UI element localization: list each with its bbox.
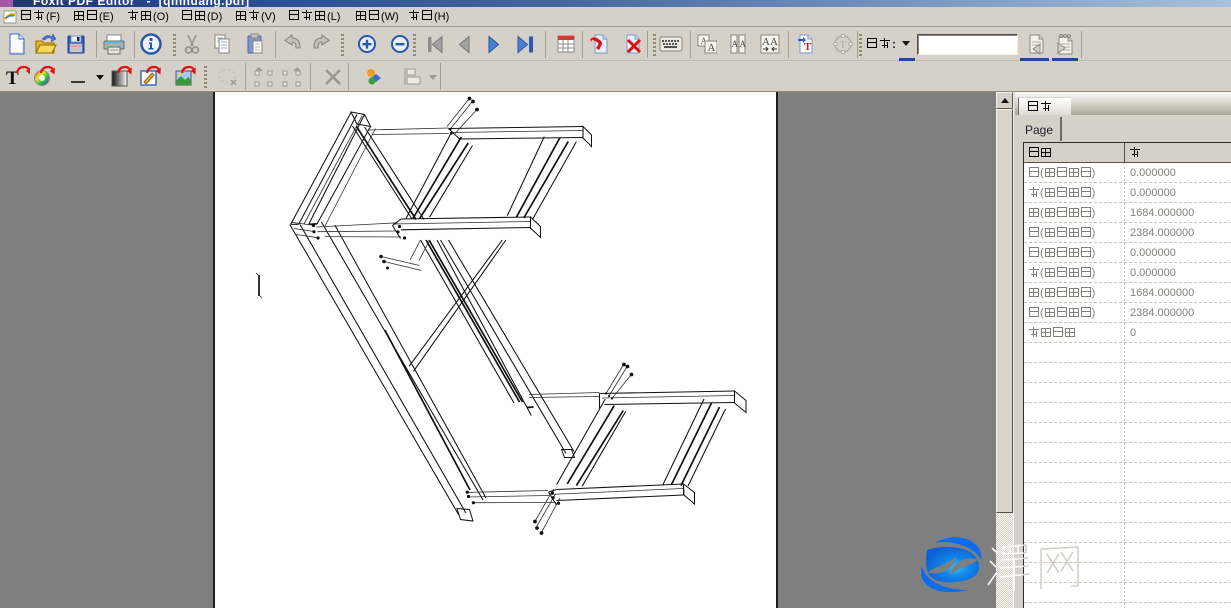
svg-text:A: A	[732, 39, 739, 49]
svg-text:A: A	[740, 39, 747, 49]
svg-text:T: T	[804, 41, 812, 53]
svg-text:AA: AA	[762, 36, 778, 48]
svg-text:A: A	[708, 42, 716, 54]
svg-text:T: T	[840, 39, 847, 51]
